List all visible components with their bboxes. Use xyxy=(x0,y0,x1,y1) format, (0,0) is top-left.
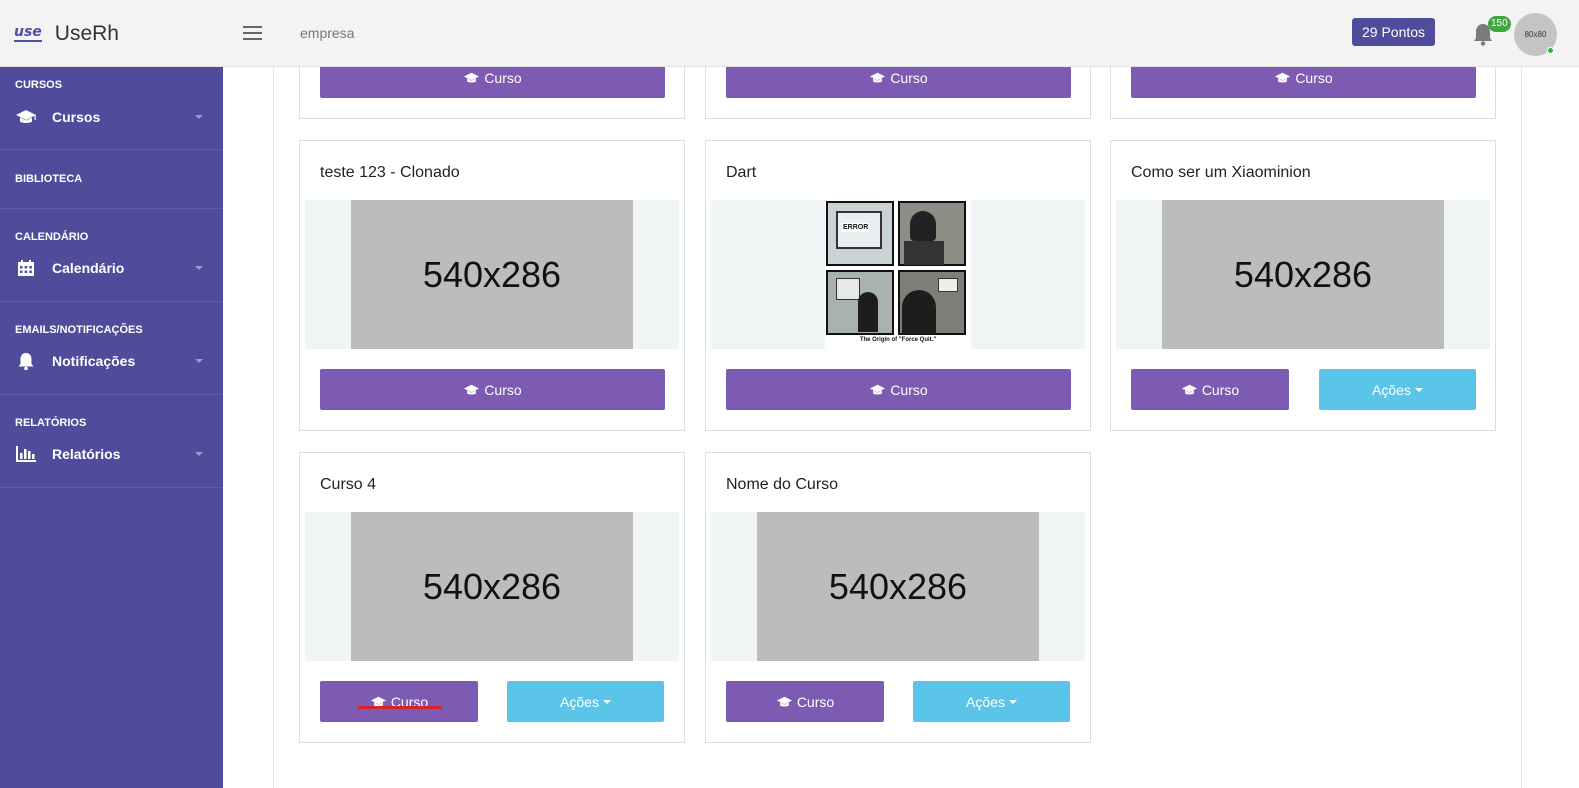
graduation-cap-icon xyxy=(870,384,886,394)
app-logo[interactable]: use UseRh xyxy=(14,22,119,46)
actions-dropdown-button[interactable]: Ações xyxy=(1319,369,1476,410)
course-button-label: Curso xyxy=(796,693,835,710)
sidebar-section-cursos: CURSOS Cursos xyxy=(0,67,223,150)
graduation-cap-icon xyxy=(1181,384,1197,394)
sidebar-item-label: Notificações xyxy=(52,353,136,369)
comic-panel xyxy=(826,270,894,335)
caret-down-icon xyxy=(1008,699,1017,704)
spellcheck-underline xyxy=(358,706,442,709)
sidebar-section-title: RELATÓRIOS xyxy=(15,417,87,429)
sidebar-item-relatorios[interactable]: Relatórios xyxy=(0,434,223,474)
course-card: Dart ERROR The Origin of "Force Quit." C… xyxy=(705,140,1091,431)
menu-toggle-icon[interactable] xyxy=(243,26,262,41)
bell-icon xyxy=(15,351,37,371)
course-button[interactable]: Curso xyxy=(320,369,665,410)
course-button[interactable]: Curso xyxy=(726,681,884,722)
graduation-cap-icon xyxy=(15,107,37,127)
comic-error-text: ERROR xyxy=(842,223,870,232)
chevron-down-icon xyxy=(195,115,203,119)
points-badge[interactable]: 29 Pontos xyxy=(1352,18,1436,46)
course-title: Como ser um Xiaominion xyxy=(1131,164,1311,181)
course-button[interactable]: Curso xyxy=(1131,369,1289,410)
sidebar-item-label: Relatórios xyxy=(52,446,121,462)
comic-panel: ERROR xyxy=(826,201,894,266)
course-card: teste 123 - Clonado 540x286 Curso xyxy=(299,140,685,431)
sidebar-section-notificacoes: EMAILS/NOTIFICAÇÕES Notificações xyxy=(0,302,223,395)
sidebar-item-label: Cursos xyxy=(52,109,101,125)
sidebar-section-title: CURSOS xyxy=(15,79,63,91)
course-card: Nome do Curso 540x286 Curso Ações xyxy=(705,452,1091,743)
company-name: empresa xyxy=(300,25,355,41)
app-name: UseRh xyxy=(54,22,119,45)
chevron-down-icon xyxy=(195,452,203,456)
course-button-label: Curso xyxy=(1295,69,1333,86)
actions-button-label: Ações xyxy=(1372,381,1411,398)
graduation-cap-icon xyxy=(1275,72,1291,82)
course-button-label: Curso xyxy=(890,381,928,398)
sidebar: CURSOS Cursos BIBLIOTECA CALENDÁRIO Cale… xyxy=(0,67,223,788)
sidebar-item-label: Calendário xyxy=(52,260,125,276)
course-image[interactable]: 540x286 xyxy=(305,200,679,349)
image-placeholder: 540x286 xyxy=(351,512,633,661)
calendar-icon xyxy=(15,258,37,278)
course-image[interactable]: 540x286 xyxy=(305,512,679,661)
image-placeholder: 540x286 xyxy=(757,512,1039,661)
course-image[interactable]: 540x286 xyxy=(711,512,1085,661)
course-title: Dart xyxy=(726,164,757,181)
caret-down-icon xyxy=(602,699,611,704)
actions-dropdown-button[interactable]: Ações xyxy=(507,681,664,722)
comic-image: ERROR The Origin of "Force Quit." xyxy=(825,200,971,349)
graduation-cap-icon xyxy=(464,72,480,82)
course-card: Curso 4 540x286 Curso Ações xyxy=(299,452,685,743)
comic-panel xyxy=(898,201,966,266)
course-button-label: Curso xyxy=(484,69,522,86)
caret-down-icon xyxy=(1414,387,1423,392)
sidebar-section-biblioteca[interactable]: BIBLIOTECA xyxy=(0,150,223,209)
actions-button-label: Ações xyxy=(966,693,1005,710)
sidebar-section-calendario: CALENDÁRIO Calendário xyxy=(0,209,223,302)
sidebar-section-title: EMAILS/NOTIFICAÇÕES xyxy=(15,324,143,336)
image-placeholder: 540x286 xyxy=(351,200,633,349)
graduation-cap-icon xyxy=(464,384,480,394)
course-card: Como ser um Xiaominion 540x286 Curso Açõ… xyxy=(1110,140,1496,431)
chevron-down-icon xyxy=(195,359,203,363)
bar-chart-icon xyxy=(15,444,37,464)
sidebar-item-cursos[interactable]: Cursos xyxy=(0,97,223,137)
image-placeholder: 540x286 xyxy=(1162,200,1444,349)
course-button[interactable]: Curso xyxy=(726,369,1071,410)
course-image[interactable]: ERROR The Origin of "Force Quit." xyxy=(711,200,1085,349)
course-button-label: Curso xyxy=(890,69,928,86)
sidebar-section-title: BIBLIOTECA xyxy=(15,173,83,185)
sidebar-item-notificacoes[interactable]: Notificações xyxy=(0,341,223,381)
course-title: teste 123 - Clonado xyxy=(320,164,460,181)
graduation-cap-icon xyxy=(776,696,792,706)
logo-mark: use xyxy=(14,24,42,42)
course-button-label: Curso xyxy=(484,381,522,398)
course-button[interactable]: Curso xyxy=(320,681,478,722)
course-title: Curso 4 xyxy=(320,476,377,493)
sidebar-section-relatorios: RELATÓRIOS Relatórios xyxy=(0,395,223,488)
notification-count-badge: 150 xyxy=(1488,16,1511,32)
comic-panel xyxy=(898,270,966,335)
actions-dropdown-button[interactable]: Ações xyxy=(913,681,1070,722)
actions-button-label: Ações xyxy=(560,693,599,710)
online-status-dot xyxy=(1547,47,1554,54)
sidebar-item-calendario[interactable]: Calendário xyxy=(0,248,223,288)
course-image[interactable]: 540x286 xyxy=(1116,200,1490,349)
course-title: Nome do Curso xyxy=(726,476,839,493)
chevron-down-icon xyxy=(195,266,203,270)
graduation-cap-icon xyxy=(870,72,886,82)
sidebar-section-title: CALENDÁRIO xyxy=(15,231,89,243)
course-button-label: Curso xyxy=(1201,381,1240,398)
header-overlap xyxy=(223,57,1579,67)
comic-caption: The Origin of "Force Quit." xyxy=(859,337,937,343)
